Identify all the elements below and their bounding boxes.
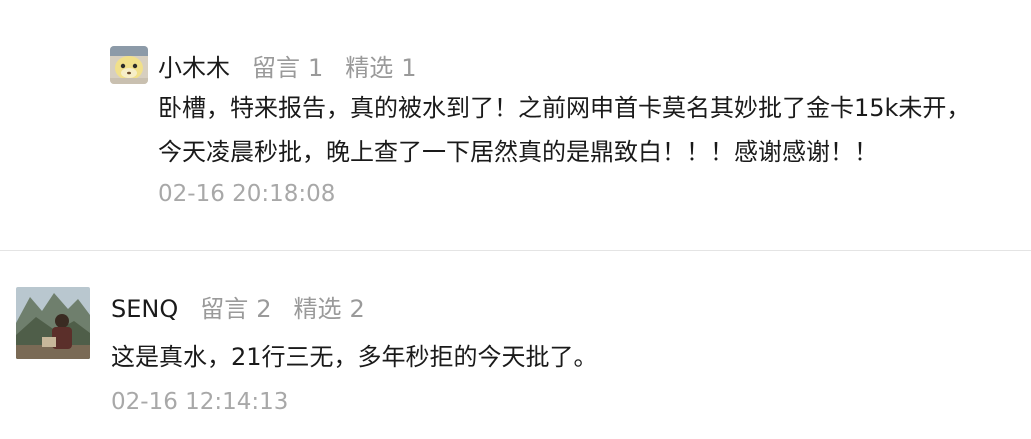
comment-line: 今天凌晨秒批，晚上查了一下居然真的是鼎致白！！！感谢感谢！！	[158, 138, 878, 166]
divider	[0, 250, 1031, 251]
pick-count: 精选 2	[294, 289, 365, 324]
avatar[interactable]	[16, 287, 90, 359]
pick-number: 2	[349, 295, 365, 323]
comment-line: 卧槽，特来报告，真的被水到了！之前网申首卡莫名其妙批了金卡15k未开，	[158, 94, 971, 122]
reply-number: 2	[256, 295, 272, 323]
comment-meta: SENQ 留言 2 精选 2	[111, 289, 365, 324]
comment-time: 02-16 20:18:08	[158, 181, 336, 207]
comment-line: 这是真水，21行三无，多年秒拒的今天批了。	[111, 343, 598, 371]
photo-avatar-icon	[16, 287, 90, 359]
reply-count: 留言 2	[200, 289, 271, 324]
comment-body: 这是真水，21行三无，多年秒拒的今天批了。	[111, 335, 598, 379]
user-name[interactable]: 小木木	[158, 48, 230, 83]
previous-comment-fragment: ——— ———	[150, 0, 390, 4]
pick-label: 精选	[345, 54, 394, 82]
pick-label: 精选	[293, 295, 342, 323]
reply-number: 1	[308, 54, 324, 82]
comment-meta: 小木木 留言 1 精选 1	[158, 48, 417, 83]
pick-number: 1	[401, 54, 417, 82]
reply-count: 留言 1	[252, 48, 323, 83]
user-name[interactable]: SENQ	[111, 295, 178, 323]
previous-comment-text: ——— ———	[150, 0, 390, 1]
comment-body: 卧槽，特来报告，真的被水到了！之前网申首卡莫名其妙批了金卡15k未开， 今天凌晨…	[158, 86, 970, 174]
reply-label: 留言	[252, 54, 300, 82]
comment-time: 02-16 12:14:13	[111, 389, 289, 415]
pick-count: 精选 1	[345, 48, 416, 83]
reply-label: 留言	[200, 295, 249, 323]
cartoon-avatar-icon	[110, 46, 148, 84]
avatar[interactable]	[110, 46, 148, 84]
